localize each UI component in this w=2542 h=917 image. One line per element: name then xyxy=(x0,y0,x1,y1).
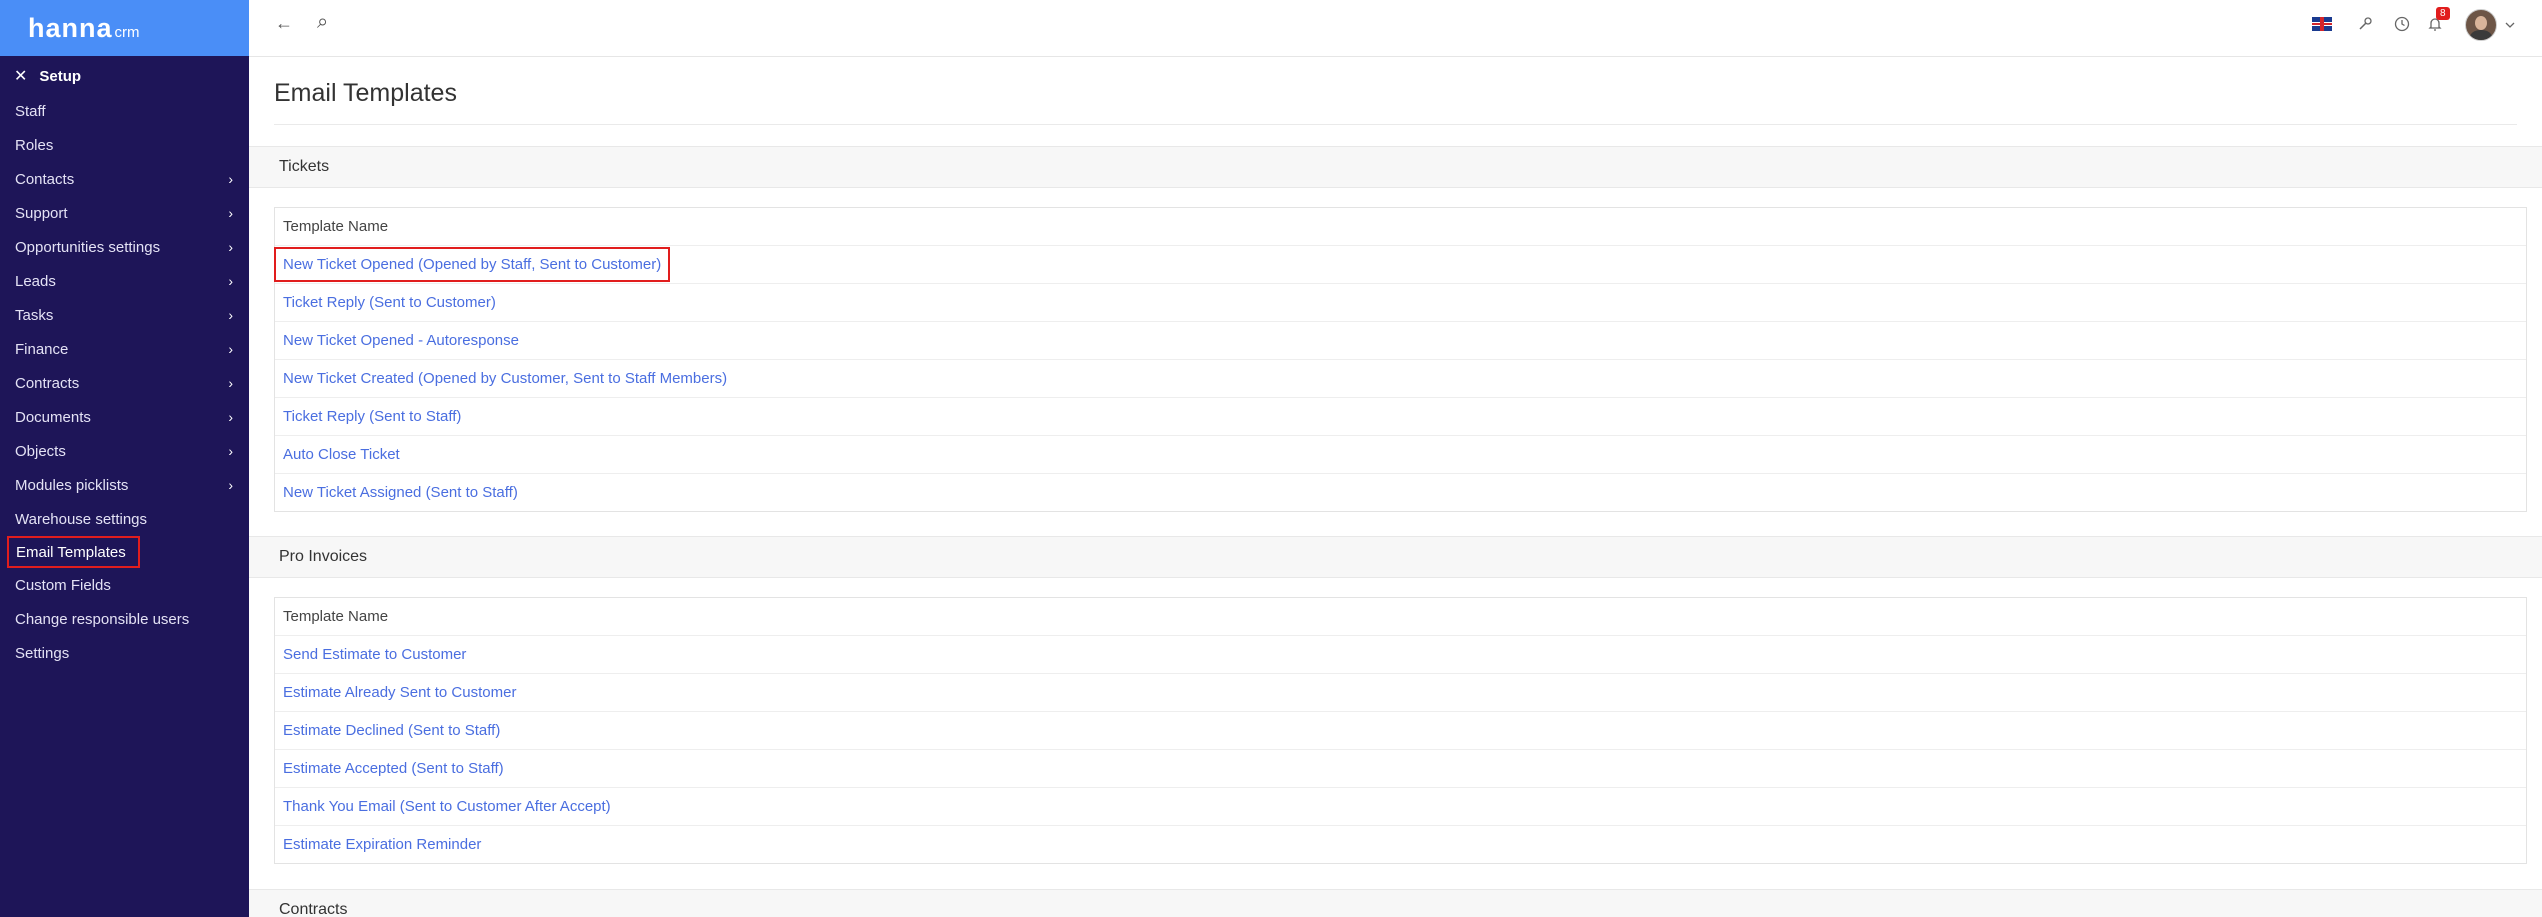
search-icon[interactable]: ⌕ xyxy=(317,11,328,34)
sidebar-item-label: Custom Fields xyxy=(15,576,111,594)
sidebar-item-email-templates[interactable]: Email Templates xyxy=(7,536,140,568)
logo-suffix: crm xyxy=(114,23,140,41)
chevron-right-icon: › xyxy=(228,307,233,323)
sidebar-item-contacts[interactable]: Contacts › xyxy=(0,162,249,196)
table-row: New Ticket Created (Opened by Customer, … xyxy=(275,360,2526,398)
sidebar-item-label: Objects xyxy=(15,442,66,460)
close-icon[interactable]: ✕ xyxy=(14,66,27,86)
sidebar-item-tasks[interactable]: Tasks › xyxy=(0,298,249,332)
sidebar-item-label: Tasks xyxy=(15,306,54,324)
template-link[interactable]: New Ticket Assigned (Sent to Staff) xyxy=(283,484,518,501)
sidebar-item-custom-fields[interactable]: Custom Fields xyxy=(0,568,249,602)
sidebar-item-modules-picklists[interactable]: Modules picklists › xyxy=(0,468,249,502)
table-row: Send Estimate to Customer xyxy=(275,636,2526,674)
sidebar-item-warehouse-settings[interactable]: Warehouse settings xyxy=(0,502,249,536)
sidebar-item-label: Modules picklists xyxy=(15,476,129,494)
table-row: Thank You Email (Sent to Customer After … xyxy=(275,788,2526,826)
template-link[interactable]: Estimate Accepted (Sent to Staff) xyxy=(283,760,504,777)
section-header-pro-invoices: Pro Invoices xyxy=(249,536,2542,578)
setup-header[interactable]: ✕ Setup xyxy=(0,58,249,94)
table-row: Ticket Reply (Sent to Customer) xyxy=(275,284,2526,322)
setup-nav: Staff Roles Contacts › Support › Opportunities… xyxy=(0,94,249,670)
table-row: Estimate Accepted (Sent to Staff) xyxy=(275,750,2526,788)
logo-wordmark: hanna xyxy=(28,12,113,43)
table-column-header: Template Name xyxy=(275,208,2526,246)
sidebar-item-change-responsible-users[interactable]: Change responsible users xyxy=(0,602,249,636)
template-link[interactable]: Ticket Reply (Sent to Staff) xyxy=(283,408,461,425)
topbar: ← ⌕ 8 xyxy=(249,0,2542,57)
sidebar: hanna crm ✕ Setup Staff Roles Contacts › Sup… xyxy=(0,0,249,917)
main-content: Email Templates Tickets Template Name Ne… xyxy=(249,57,2542,917)
sidebar-item-documents[interactable]: Documents › xyxy=(0,400,249,434)
sidebar-item-settings[interactable]: Settings xyxy=(0,636,249,670)
template-link[interactable]: Estimate Expiration Reminder xyxy=(283,836,481,853)
avatar[interactable] xyxy=(2465,9,2497,41)
template-link[interactable]: New Ticket Opened - Autoresponse xyxy=(283,332,519,349)
chevron-right-icon: › xyxy=(228,443,233,459)
logo[interactable]: hanna crm xyxy=(0,0,249,56)
table-row: New Ticket Assigned (Sent to Staff) xyxy=(275,474,2526,511)
title-divider xyxy=(274,124,2517,125)
sidebar-item-label: Contacts xyxy=(15,170,75,188)
template-link[interactable]: Estimate Declined (Sent to Staff) xyxy=(283,722,500,739)
table-row: Auto Close Ticket xyxy=(275,436,2526,474)
template-link[interactable]: New Ticket Created (Opened by Customer, … xyxy=(283,370,727,387)
sidebar-item-objects[interactable]: Objects › xyxy=(0,434,249,468)
sidebar-item-label: Opportunities settings xyxy=(15,238,161,256)
sidebar-item-label: Contracts xyxy=(15,374,80,392)
sidebar-item-finance[interactable]: Finance › xyxy=(0,332,249,366)
table-row: Estimate Declined (Sent to Staff) xyxy=(275,712,2526,750)
sidebar-item-label: Settings xyxy=(15,644,70,662)
table-row: Estimate Already Sent to Customer xyxy=(275,674,2526,712)
sidebar-item-label: Change responsible users xyxy=(15,610,190,628)
sidebar-item-support[interactable]: Support › xyxy=(0,196,249,230)
uk-flag-icon[interactable] xyxy=(2312,17,2332,31)
sidebar-item-label: Finance xyxy=(15,340,69,358)
section-header-contracts: Contracts xyxy=(249,889,2542,917)
chevron-right-icon: › xyxy=(228,171,233,187)
sidebar-item-label: Leads xyxy=(15,272,56,290)
template-link[interactable]: New Ticket Opened (Opened by Staff, Sent… xyxy=(273,247,671,282)
back-arrow-icon[interactable]: ← xyxy=(275,13,293,34)
table-row: Ticket Reply (Sent to Staff) xyxy=(275,398,2526,436)
sidebar-item-staff[interactable]: Staff xyxy=(0,94,249,128)
chevron-right-icon: › xyxy=(228,409,233,425)
clock-icon[interactable] xyxy=(2394,16,2410,32)
template-link[interactable]: Estimate Already Sent to Customer xyxy=(283,684,516,701)
tools-icon[interactable] xyxy=(2357,16,2373,32)
sidebar-item-roles[interactable]: Roles xyxy=(0,128,249,162)
chevron-down-icon[interactable] xyxy=(2505,21,2515,29)
tickets-template-table: Template Name New Ticket Opened (Opened … xyxy=(273,207,2527,512)
page-title: Email Templates xyxy=(274,79,457,107)
chevron-right-icon: › xyxy=(228,205,233,221)
template-link[interactable]: Auto Close Ticket xyxy=(283,446,400,463)
sidebar-item-leads[interactable]: Leads › xyxy=(0,264,249,298)
chevron-right-icon: › xyxy=(228,273,233,289)
chevron-right-icon: › xyxy=(228,477,233,493)
sidebar-item-label: Support xyxy=(15,204,68,222)
table-row: New Ticket Opened (Opened by Staff, Sent… xyxy=(273,246,2526,284)
table-column-header: Template Name xyxy=(275,598,2526,636)
sidebar-item-label: Warehouse settings xyxy=(15,510,148,528)
pro-invoices-template-table: Template Name Send Estimate to Customer E… xyxy=(274,597,2527,864)
setup-label: Setup xyxy=(39,67,82,85)
table-row: New Ticket Opened - Autoresponse xyxy=(275,322,2526,360)
chevron-right-icon: › xyxy=(228,239,233,255)
chevron-right-icon: › xyxy=(228,375,233,391)
chevron-right-icon: › xyxy=(228,341,233,357)
sidebar-item-label: Staff xyxy=(15,102,46,120)
table-row: Estimate Expiration Reminder xyxy=(275,826,2526,863)
section-header-tickets: Tickets xyxy=(249,146,2542,188)
sidebar-item-label: Documents xyxy=(15,408,91,426)
template-link[interactable]: Thank You Email (Sent to Customer After … xyxy=(283,798,611,815)
sidebar-item-contracts[interactable]: Contracts › xyxy=(0,366,249,400)
notification-count-badge: 8 xyxy=(2436,7,2450,20)
template-link[interactable]: Send Estimate to Customer xyxy=(283,646,466,663)
template-link[interactable]: Ticket Reply (Sent to Customer) xyxy=(283,294,496,311)
sidebar-item-label: Email Templates xyxy=(16,543,126,561)
sidebar-item-label: Roles xyxy=(15,136,54,154)
sidebar-item-opportunities-settings[interactable]: Opportunities settings › xyxy=(0,230,249,264)
